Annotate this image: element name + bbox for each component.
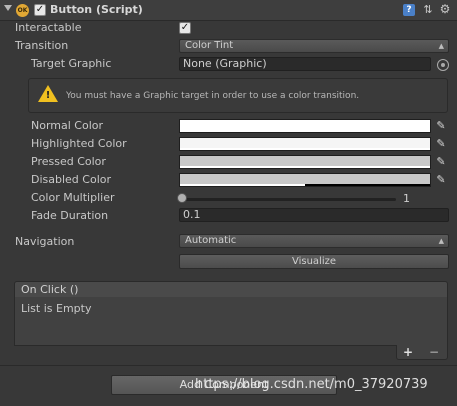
color-multiplier-slider[interactable] [182, 198, 396, 201]
on-click-empty-text: List is Empty [21, 302, 92, 315]
normal-color-swatch[interactable] [179, 119, 431, 133]
component-enabled-checkbox[interactable]: ✓ [34, 4, 46, 16]
gear-icon[interactable]: ⚙ [439, 3, 451, 16]
alpha-bar-remainder [305, 184, 430, 186]
help-icon[interactable]: ? [403, 4, 415, 16]
highlighted-color-swatch[interactable] [179, 137, 431, 151]
disabled-color-label: Disabled Color [31, 173, 112, 186]
alpha-bar [180, 148, 430, 150]
target-graphic-field[interactable]: None (Graphic) [179, 57, 431, 71]
normal-color-label: Normal Color [31, 119, 104, 132]
interactable-checkbox[interactable]: ✓ [179, 22, 191, 34]
on-click-title: On Click () [21, 283, 79, 296]
eyedropper-icon[interactable]: ✎ [435, 137, 447, 151]
watermark-text: https://blog.csdn.net/m0_37920739 [195, 377, 428, 392]
visualize-button[interactable]: Visualize [179, 254, 449, 269]
dropdown-arrow-icon: ▲ [438, 237, 444, 245]
color-multiplier-label: Color Multiplier [31, 191, 115, 204]
add-listener-button[interactable]: + [401, 345, 415, 360]
transition-dropdown[interactable]: Color Tint ▲ [179, 39, 449, 53]
navigation-dropdown[interactable]: Automatic ▲ [179, 234, 449, 248]
alpha-bar [180, 130, 430, 132]
on-click-header [14, 281, 448, 298]
slider-thumb[interactable] [177, 193, 187, 203]
divider [0, 365, 457, 366]
transition-label: Transition [15, 39, 69, 52]
color-multiplier-value[interactable]: 1 [400, 192, 448, 206]
disabled-color-swatch[interactable] [179, 173, 431, 187]
foldout-arrow-icon[interactable] [4, 5, 12, 11]
fade-duration-field[interactable]: 0.1 [179, 208, 449, 222]
interactable-label: Interactable [15, 21, 82, 34]
object-picker-icon[interactable] [437, 59, 449, 71]
eyedropper-icon[interactable]: ✎ [435, 173, 447, 187]
preset-icon[interactable]: ⇅ [422, 4, 434, 16]
target-graphic-label: Target Graphic [31, 57, 112, 70]
remove-listener-button[interactable]: − [427, 345, 441, 360]
alpha-bar [180, 166, 430, 168]
pressed-color-swatch[interactable] [179, 155, 431, 169]
navigation-label: Navigation [15, 235, 75, 248]
pressed-color-label: Pressed Color [31, 155, 106, 168]
highlighted-color-label: Highlighted Color [31, 137, 127, 150]
eyedropper-icon[interactable]: ✎ [435, 155, 447, 169]
dropdown-arrow-icon: ▲ [438, 42, 444, 50]
script-badge-icon: OK [16, 4, 29, 17]
warning-text: You must have a Graphic target in order … [66, 91, 360, 101]
warning-icon-mark: ! [45, 90, 51, 101]
component-title[interactable]: Button (Script) [50, 3, 143, 17]
eyedropper-icon[interactable]: ✎ [435, 119, 447, 133]
fade-duration-label: Fade Duration [31, 209, 109, 222]
navigation-value: Automatic [185, 235, 237, 246]
transition-value: Color Tint [185, 40, 234, 51]
